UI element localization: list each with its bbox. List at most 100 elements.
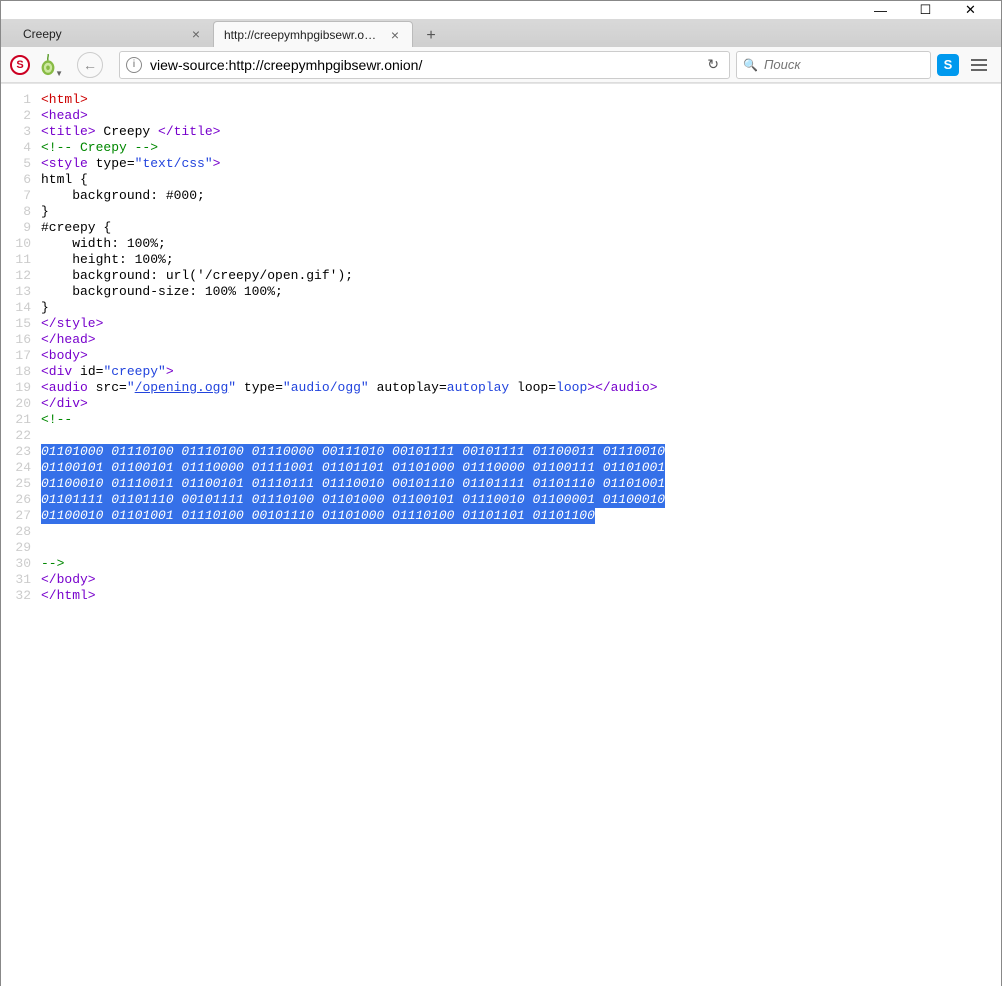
view-source-content: 1<html>2<head>3<title> Creepy </title>4<… (1, 83, 1001, 987)
window-minimize-button[interactable]: — (858, 1, 903, 19)
tab-creepy[interactable]: Creepy × (13, 21, 213, 47)
search-icon: 🔍 (743, 58, 758, 72)
source-line: 2701100010 01101001 01110100 00101110 01… (1, 508, 1001, 524)
skype-extension-icon[interactable]: S (937, 54, 959, 76)
line-number: 14 (1, 300, 41, 316)
line-number: 8 (1, 204, 41, 220)
window-close-button[interactable]: ✕ (948, 1, 993, 19)
source-line: 8} (1, 204, 1001, 220)
url-bar[interactable]: i ↻ (119, 51, 730, 79)
line-number: 6 (1, 172, 41, 188)
line-code: height: 100%; (41, 252, 1001, 268)
line-code: </style> (41, 316, 1001, 332)
url-input[interactable] (148, 56, 703, 74)
line-number: 21 (1, 412, 41, 428)
search-input[interactable] (762, 56, 944, 73)
tab-close-icon[interactable]: × (388, 28, 402, 42)
tab-view-source[interactable]: http://creepymhpgibsewr.oni... × (213, 21, 413, 47)
source-line: 4<!-- Creepy --> (1, 140, 1001, 156)
line-code (41, 524, 1001, 540)
source-line: 20</div> (1, 396, 1001, 412)
source-line: 2<head> (1, 108, 1001, 124)
line-number: 17 (1, 348, 41, 364)
line-code (41, 540, 1001, 556)
noscript-extension-icon[interactable]: S (9, 54, 31, 76)
source-line: 28 (1, 524, 1001, 540)
tab-title: http://creepymhpgibsewr.oni... (224, 28, 382, 42)
search-bar[interactable]: 🔍 (736, 51, 931, 79)
source-line: 2301101000 01110100 01110100 01110000 00… (1, 444, 1001, 460)
line-number: 31 (1, 572, 41, 588)
line-code: <!-- Creepy --> (41, 140, 1001, 156)
source-line: 32</html> (1, 588, 1001, 604)
line-code: 01100101 01100101 01110000 01111001 0110… (41, 460, 1001, 476)
line-number: 25 (1, 476, 41, 492)
line-number: 28 (1, 524, 41, 540)
line-number: 16 (1, 332, 41, 348)
source-line: 6html { (1, 172, 1001, 188)
line-number: 23 (1, 444, 41, 460)
source-line: 3<title> Creepy </title> (1, 124, 1001, 140)
line-number: 9 (1, 220, 41, 236)
tab-strip: Creepy × http://creepymhpgibsewr.oni... … (1, 19, 1001, 47)
line-code: </body> (41, 572, 1001, 588)
line-code: --> (41, 556, 1001, 572)
source-line: 14} (1, 300, 1001, 316)
source-line: 18<div id="creepy"> (1, 364, 1001, 380)
line-code: <audio src="/opening.ogg" type="audio/og… (41, 380, 1001, 396)
line-number: 3 (1, 124, 41, 140)
source-code[interactable]: 1<html>2<head>3<title> Creepy </title>4<… (1, 84, 1001, 612)
source-line: 2401100101 01100101 01110000 01111001 01… (1, 460, 1001, 476)
line-code: </html> (41, 588, 1001, 604)
source-line: 12 background: url('/creepy/open.gif'); (1, 268, 1001, 284)
line-code: <html> (41, 92, 1001, 108)
window-maximize-button[interactable]: ☐ (903, 1, 948, 19)
source-line: 13 background-size: 100% 100%; (1, 284, 1001, 300)
line-number: 2 (1, 108, 41, 124)
line-number: 20 (1, 396, 41, 412)
line-number: 26 (1, 492, 41, 508)
source-line: 17<body> (1, 348, 1001, 364)
back-button[interactable]: ← (77, 52, 103, 78)
line-code: width: 100%; (41, 236, 1001, 252)
line-number: 32 (1, 588, 41, 604)
tab-close-icon[interactable]: × (189, 27, 203, 41)
line-code: <body> (41, 348, 1001, 364)
line-code: html { (41, 172, 1001, 188)
line-number: 13 (1, 284, 41, 300)
source-line: 2501100010 01110011 01100101 01110111 01… (1, 476, 1001, 492)
line-code: <!-- (41, 412, 1001, 428)
line-number: 1 (1, 92, 41, 108)
new-tab-button[interactable]: + (417, 25, 445, 47)
line-number: 10 (1, 236, 41, 252)
line-number: 22 (1, 428, 41, 444)
source-line: 22 (1, 428, 1001, 444)
line-number: 12 (1, 268, 41, 284)
tab-title: Creepy (23, 27, 183, 41)
line-number: 18 (1, 364, 41, 380)
line-code: 01100010 01101001 01110100 00101110 0110… (41, 508, 1001, 524)
source-line: 15</style> (1, 316, 1001, 332)
line-code: 01101000 01110100 01110100 01110000 0011… (41, 444, 1001, 460)
line-number: 15 (1, 316, 41, 332)
source-line: 30--> (1, 556, 1001, 572)
source-line: 5<style type="text/css"> (1, 156, 1001, 172)
torbutton-extension-icon[interactable]: ▼ (37, 54, 59, 76)
reload-button[interactable]: ↻ (703, 56, 723, 73)
line-number: 30 (1, 556, 41, 572)
source-line: 21<!-- (1, 412, 1001, 428)
line-code: </head> (41, 332, 1001, 348)
line-number: 4 (1, 140, 41, 156)
site-info-icon[interactable]: i (126, 57, 142, 73)
source-line: 7 background: #000; (1, 188, 1001, 204)
source-line: 31</body> (1, 572, 1001, 588)
line-code: <style type="text/css"> (41, 156, 1001, 172)
line-code: background: #000; (41, 188, 1001, 204)
source-line: 29 (1, 540, 1001, 556)
menu-button[interactable] (965, 51, 993, 79)
line-code: <head> (41, 108, 1001, 124)
line-code: background: url('/creepy/open.gif'); (41, 268, 1001, 284)
window-titlebar: — ☐ ✕ (1, 1, 1001, 19)
line-code: </div> (41, 396, 1001, 412)
browser-toolbar: S ▼ ← i ↻ 🔍 S (1, 47, 1001, 83)
